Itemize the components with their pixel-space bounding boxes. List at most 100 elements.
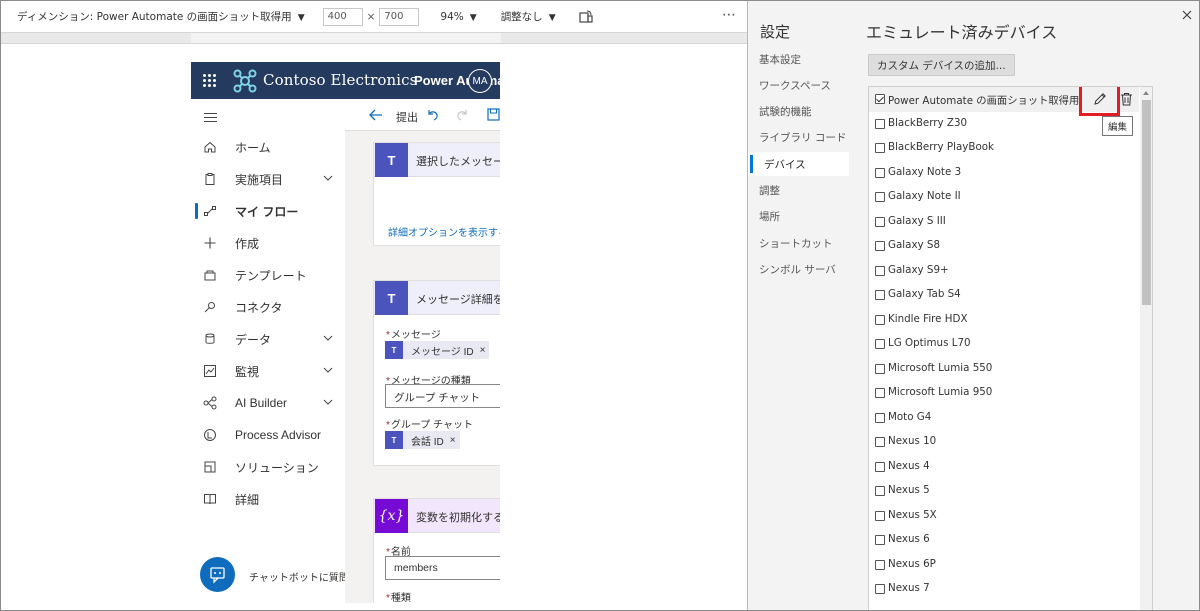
- nav-item-data[interactable]: データ: [191, 323, 345, 355]
- settings-item-throttling[interactable]: 調整: [748, 178, 849, 202]
- device-checkbox[interactable]: [875, 241, 885, 251]
- hamburger-menu-icon[interactable]: [204, 113, 217, 125]
- message-type-dropdown[interactable]: グループ チャット: [385, 384, 500, 408]
- settings-item-workspace[interactable]: ワークスペース: [748, 73, 849, 97]
- device-list-item[interactable]: Nexus 7: [869, 577, 1139, 602]
- device-list-item[interactable]: Galaxy Note 3: [869, 161, 1139, 186]
- trash-icon[interactable]: [1120, 92, 1133, 106]
- device-checkbox[interactable]: [875, 192, 885, 202]
- card-selected-message[interactable]: T 選択したメッセージ 詳細オプションを表示する: [373, 142, 500, 246]
- device-list-item[interactable]: Nexus 5X: [869, 504, 1139, 529]
- device-list-item[interactable]: LG Optimus L70: [869, 332, 1139, 357]
- zoom-dropdown[interactable]: 94% ▼: [440, 11, 476, 23]
- device-checkbox[interactable]: [875, 94, 885, 104]
- settings-item-preferences[interactable]: 基本設定: [748, 47, 849, 71]
- device-list-item[interactable]: BlackBerry PlayBook: [869, 136, 1139, 161]
- device-checkbox[interactable]: [875, 510, 885, 521]
- device-checkbox[interactable]: [875, 167, 885, 178]
- device-checkbox[interactable]: [875, 559, 885, 570]
- remove-token-icon[interactable]: ×: [480, 345, 486, 356]
- card-get-message-details[interactable]: T メッセージ詳細を取得 *メッセージ T メッセージ ID × *メッセージの…: [373, 280, 500, 466]
- device-checkbox[interactable]: [875, 290, 885, 300]
- edit-pencil-icon[interactable]: [1093, 92, 1107, 106]
- card-header[interactable]: T 選択したメッセージ: [374, 143, 500, 177]
- device-list-item[interactable]: Nexus 6: [869, 528, 1139, 553]
- settings-item-library-code[interactable]: ライブラリ コード: [748, 125, 849, 149]
- waffle-icon[interactable]: [203, 74, 216, 87]
- nav-item-learn[interactable]: 詳細: [191, 483, 345, 515]
- close-icon[interactable]: [1182, 10, 1192, 20]
- avatar[interactable]: MA: [468, 69, 492, 93]
- undo-icon[interactable]: [426, 108, 439, 121]
- device-checkbox[interactable]: [875, 388, 885, 398]
- nav-item-home[interactable]: ホーム: [191, 131, 345, 163]
- message-id-token[interactable]: T メッセージ ID ×: [385, 341, 490, 359]
- message-field[interactable]: T メッセージ ID ×: [385, 338, 500, 362]
- device-checkbox[interactable]: [875, 535, 885, 545]
- device-list-item[interactable]: Kindle Fire HDX: [869, 308, 1139, 333]
- device-checkbox[interactable]: [875, 339, 885, 349]
- device-list-item[interactable]: Galaxy Tab S4: [869, 283, 1139, 308]
- device-checkbox[interactable]: [875, 437, 885, 447]
- device-list-item[interactable]: Galaxy S III: [869, 210, 1139, 235]
- submit-button[interactable]: 提出: [396, 109, 418, 125]
- nav-item-connectors[interactable]: コネクタ: [191, 291, 345, 323]
- device-checkbox[interactable]: [875, 461, 885, 472]
- device-checkbox[interactable]: [875, 118, 885, 129]
- nav-item-my-flows[interactable]: マイ フロー: [191, 195, 345, 227]
- dimension-dropdown[interactable]: ディメンション: Power Automate の画面ショット取得用 ▼: [17, 9, 305, 24]
- settings-item-shortcuts[interactable]: ショートカット: [748, 231, 849, 255]
- card-header[interactable]: T メッセージ詳細を取得: [374, 281, 500, 315]
- settings-item-symbol-server[interactable]: シンボル サーバ: [748, 257, 849, 281]
- device-list-item[interactable]: Nexus 10: [869, 430, 1139, 455]
- scrollbar-thumb[interactable]: [1142, 100, 1151, 305]
- device-list-item[interactable]: Galaxy Note II: [869, 185, 1139, 210]
- device-list-item[interactable]: Nexus 4: [869, 455, 1139, 480]
- device-checkbox[interactable]: [875, 412, 885, 423]
- device-checkbox[interactable]: [875, 216, 885, 227]
- device-checkbox[interactable]: [875, 363, 885, 374]
- save-icon[interactable]: [487, 108, 500, 121]
- back-arrow-icon[interactable]: [369, 109, 383, 121]
- height-input[interactable]: [379, 7, 420, 26]
- device-checkbox[interactable]: [875, 143, 885, 153]
- nav-item-monitor[interactable]: 監視: [191, 355, 345, 387]
- remove-token-icon[interactable]: ×: [450, 435, 456, 446]
- show-advanced-options-link[interactable]: 詳細オプションを表示する: [388, 224, 500, 239]
- more-options-icon[interactable]: ⋯: [722, 7, 737, 23]
- add-custom-device-button[interactable]: カスタム デバイスの追加...: [868, 54, 1015, 76]
- width-input[interactable]: [322, 7, 363, 26]
- device-list-item[interactable]: Nexus 5: [869, 479, 1139, 504]
- device-list-item[interactable]: Galaxy S9+: [869, 259, 1139, 284]
- card-initialize-variable[interactable]: {x} 変数を初期化する *名前 members *種類: [373, 498, 500, 603]
- throttling-dropdown[interactable]: 調整なし ▼: [501, 9, 556, 24]
- device-checkbox[interactable]: [875, 265, 885, 276]
- device-list-item[interactable]: Power Automate の画面ショット取得用: [869, 87, 1139, 116]
- nav-item-action-items[interactable]: 実施項目: [191, 163, 345, 195]
- settings-item-devices[interactable]: デバイス: [748, 152, 849, 176]
- nav-item-create[interactable]: 作成: [191, 227, 345, 259]
- device-list-item[interactable]: Moto G4: [869, 406, 1139, 431]
- settings-item-locations[interactable]: 場所: [748, 204, 849, 228]
- device-checkbox[interactable]: [875, 584, 885, 594]
- device-list-item[interactable]: BlackBerry Z30: [869, 112, 1139, 137]
- name-input[interactable]: members: [385, 556, 500, 580]
- device-list-item[interactable]: Microsoft Lumia 950: [869, 381, 1139, 406]
- card-header[interactable]: {x} 変数を初期化する: [374, 499, 500, 533]
- device-list-item[interactable]: Galaxy S8: [869, 234, 1139, 259]
- nav-item-process-advisor[interactable]: Process Advisor: [191, 419, 345, 451]
- chatbot-button[interactable]: [200, 557, 235, 592]
- scroll-up-arrow-icon[interactable]: [1143, 91, 1149, 95]
- device-list-item[interactable]: Nexus 6P: [869, 553, 1139, 578]
- redo-icon[interactable]: [456, 108, 469, 121]
- conversation-id-token[interactable]: T 会話 ID ×: [385, 431, 460, 449]
- device-list-item[interactable]: Microsoft Lumia 550: [869, 357, 1139, 382]
- device-checkbox[interactable]: [875, 314, 885, 325]
- nav-item-templates[interactable]: テンプレート: [191, 259, 345, 291]
- device-checkbox[interactable]: [875, 486, 885, 496]
- device-list-scrollbar[interactable]: [1140, 87, 1152, 610]
- nav-item-ai-builder[interactable]: AI Builder: [191, 387, 345, 419]
- settings-item-experiments[interactable]: 試験的機能: [748, 99, 849, 123]
- nav-item-solutions[interactable]: ソリューション: [191, 451, 345, 483]
- group-chat-field[interactable]: T 会話 ID ×: [385, 428, 500, 452]
